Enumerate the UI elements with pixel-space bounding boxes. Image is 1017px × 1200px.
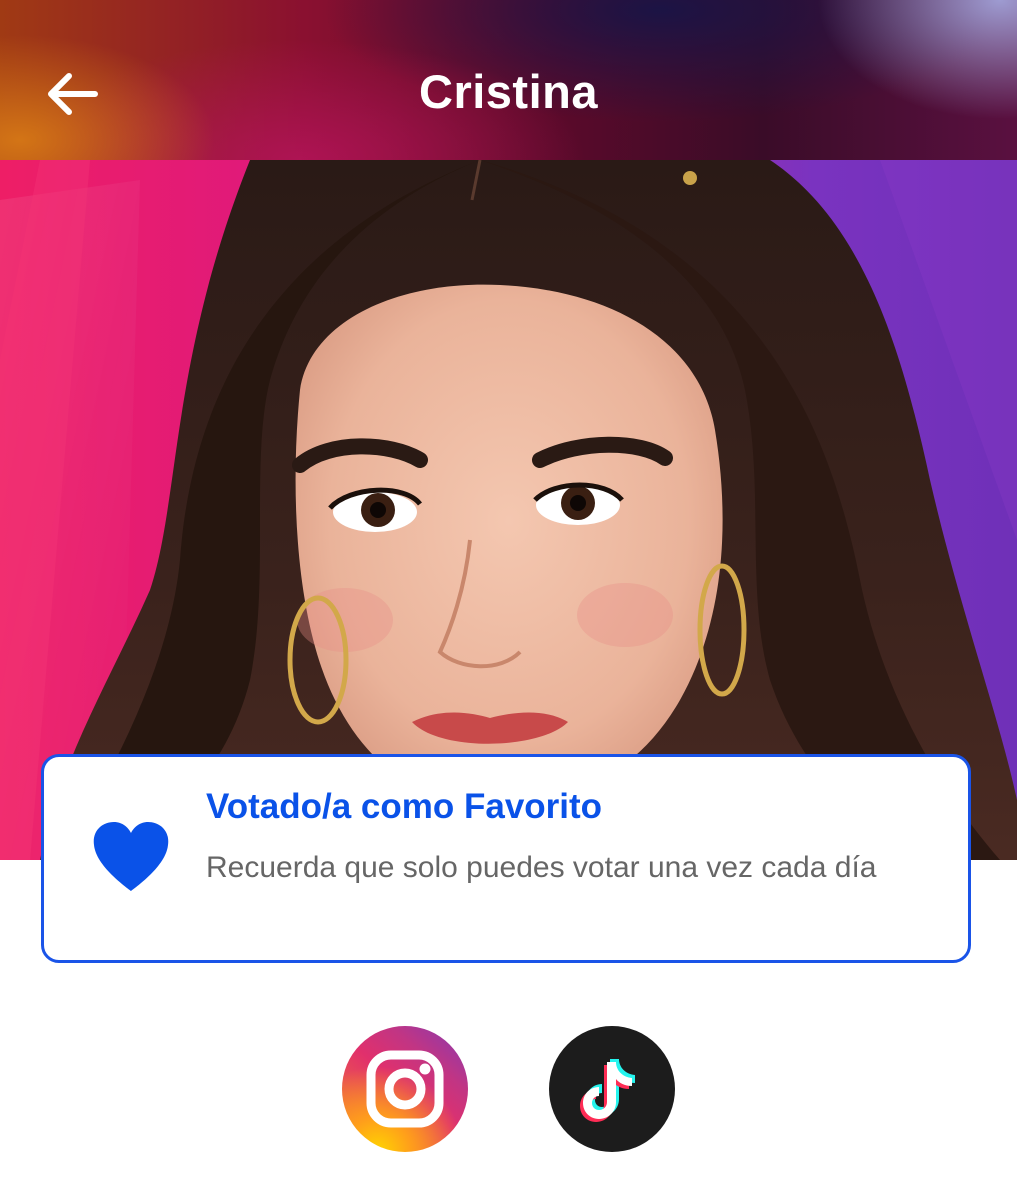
page-title: Cristina <box>419 65 598 118</box>
vote-confirmation-card: Votado/a como Favorito Recuerda que solo… <box>41 754 971 963</box>
social-links <box>0 1026 1017 1156</box>
vote-status-title: Votado/a como Favorito <box>206 787 603 826</box>
tiktok-button[interactable] <box>549 1026 675 1152</box>
vote-status-description: Recuerda que solo puedes votar una vez c… <box>206 851 877 884</box>
contestant-profile-page: Cristina Votado/a como Favorito Recuerda… <box>0 0 1017 1200</box>
app-header: Cristina <box>0 0 1017 160</box>
tiktok-icon <box>580 1059 635 1122</box>
hair-clip <box>683 171 697 185</box>
instagram-button[interactable] <box>342 1026 468 1152</box>
instagram-icon <box>366 1050 444 1128</box>
heart-icon <box>93 822 169 891</box>
